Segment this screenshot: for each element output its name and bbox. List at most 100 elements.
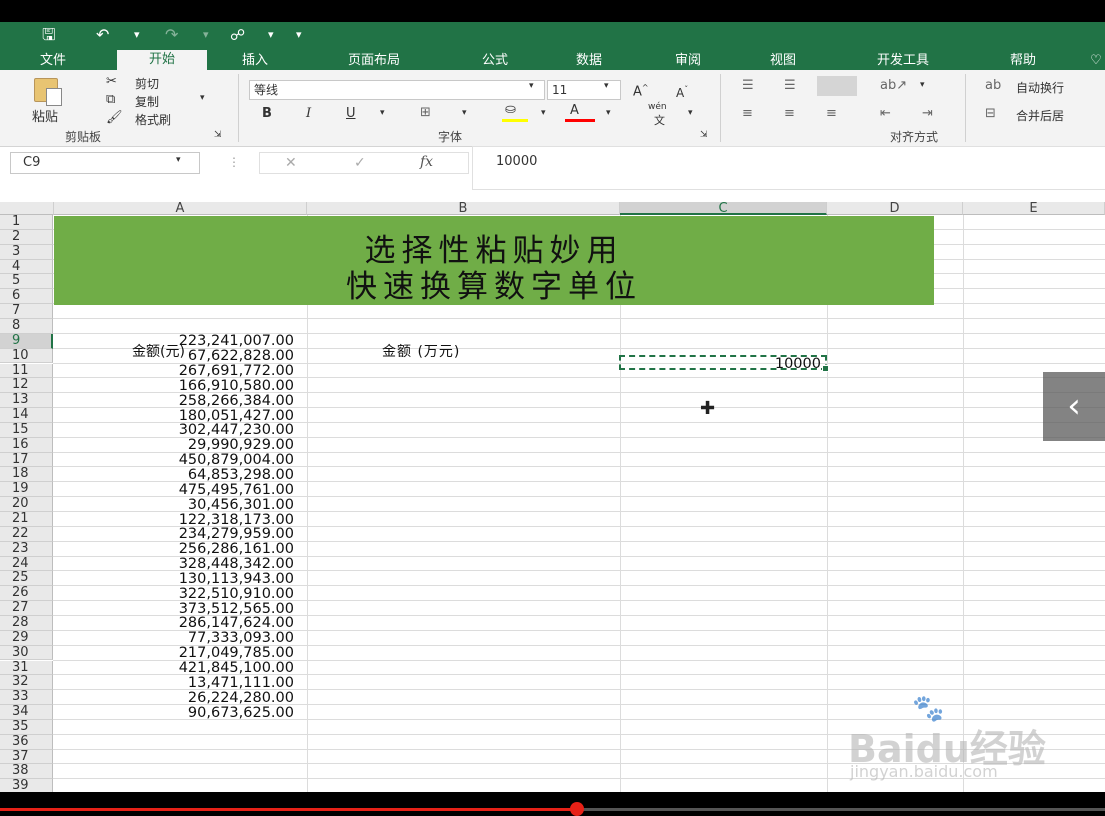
row-header[interactable]: 32 [0,675,53,691]
fill-color-icon[interactable]: ⛀ [505,102,516,118]
font-size-select[interactable]: 11 [547,80,621,100]
save-icon[interactable]: 🖫 [42,25,56,45]
cell-b8[interactable]: 金额 (万元) [382,341,460,361]
tab-formulas[interactable]: 公式 [462,51,528,70]
amount-cell[interactable]: 258,266,384.00 [179,393,294,408]
align-right-icon[interactable]: ≡ [826,106,837,122]
enter-icon[interactable]: ✓ [354,155,366,171]
border-dropdown-icon[interactable]: ▾ [462,108,467,118]
copy-dropdown-icon[interactable]: ▾ [200,93,205,103]
format-painter-icon[interactable]: 🖌 [106,110,123,126]
row-header[interactable]: 37 [0,749,53,765]
clipboard-launcher-icon[interactable]: ⇲ [214,130,222,140]
row-header[interactable]: 27 [0,601,53,616]
bold-button[interactable]: B [262,106,272,122]
amount-cell[interactable]: 13,471,111.00 [188,676,294,691]
row-header[interactable]: 25 [0,571,53,587]
amount-cell[interactable]: 29,990,929.00 [188,438,294,453]
tab-home[interactable]: 开始 [117,50,207,70]
tab-help[interactable]: 帮助 [990,51,1056,70]
amount-cell[interactable]: 130,113,943.00 [179,572,294,587]
cut-button[interactable]: 剪切 [135,75,159,92]
redo-icon[interactable]: ↷ [165,25,178,45]
row-header[interactable]: 20 [0,497,53,512]
row-header[interactable]: 19 [0,482,53,498]
tab-page-layout[interactable]: 页面布局 [322,51,426,70]
align-bottom-button[interactable] [817,76,857,96]
tab-view[interactable]: 视图 [750,51,816,70]
title-banner[interactable]: 选择性粘贴妙用 快速换算数字单位 [54,216,934,305]
row-header[interactable]: 1 [0,215,53,230]
row-header[interactable]: 34 [0,705,53,720]
amount-cell[interactable]: 256,286,161.00 [179,542,294,557]
row-header[interactable]: 29 [0,630,53,646]
font-launcher-icon[interactable]: ⇲ [700,130,708,140]
row-header[interactable]: 33 [0,690,53,706]
amount-cell[interactable]: 217,049,785.00 [179,646,294,661]
row-header[interactable]: 4 [0,259,53,275]
row-header[interactable]: 24 [0,556,53,572]
row-header[interactable]: 23 [0,541,53,557]
row-header[interactable]: 14 [0,408,53,423]
tab-data[interactable]: 数据 [556,51,622,70]
align-middle-icon[interactable]: ☰ [784,78,796,94]
amount-cell[interactable]: 77,333,093.00 [188,631,294,646]
amount-cell[interactable]: 122,318,173.00 [179,512,294,527]
amount-cell[interactable]: 286,147,624.00 [179,616,294,631]
row-header[interactable]: 9 [0,333,53,349]
amount-cell[interactable]: 234,279,959.00 [179,527,294,542]
amount-cell[interactable]: 67,622,828.00 [188,349,294,364]
row-header[interactable]: 28 [0,616,53,631]
cell-a8[interactable]: 金额(元) [132,341,185,361]
align-center-icon[interactable]: ≡ [784,106,795,122]
tab-review[interactable]: 审阅 [655,51,721,70]
row-header[interactable]: 12 [0,378,53,394]
row-header[interactable]: 5 [0,274,53,290]
copy-button[interactable]: 复制 [135,93,159,110]
amount-cell[interactable]: 475,495,761.00 [179,483,294,498]
row-header[interactable]: 7 [0,304,53,319]
amount-cell[interactable]: 322,510,910.00 [179,587,294,602]
font-color-icon[interactable]: A [570,103,579,119]
wrap-text-button[interactable]: 自动换行 [1016,79,1064,96]
row-header[interactable]: 21 [0,512,53,527]
column-header-e[interactable]: E [963,202,1105,215]
amount-cell[interactable]: 223,241,007.00 [179,334,294,349]
name-box-dropdown-icon[interactable]: ▾ [176,155,181,165]
row-header[interactable]: 10 [0,348,53,364]
amount-cell[interactable]: 267,691,772.00 [179,364,294,379]
name-box[interactable]: C9 [10,152,200,174]
formula-input[interactable]: 10000 [472,146,1105,190]
row-header[interactable]: 18 [0,467,53,483]
orientation-dropdown-icon[interactable]: ▾ [920,80,925,90]
amount-cell[interactable]: 90,673,625.00 [188,705,294,720]
cut-icon[interactable]: ✂ [106,74,117,90]
fill-color-dropdown-icon[interactable]: ▾ [541,108,546,118]
cancel-icon[interactable]: ✕ [285,155,297,171]
amount-cell[interactable]: 328,448,342.00 [179,557,294,572]
shrink-font-icon[interactable]: Aˇ [676,82,688,101]
amount-cell[interactable]: 302,447,230.00 [179,423,294,438]
amount-cell[interactable]: 26,224,280.00 [188,690,294,705]
row-header[interactable]: 38 [0,764,53,780]
tab-file[interactable]: 文件 [20,51,86,70]
column-header-b[interactable]: B [307,202,620,215]
row-header[interactable]: 36 [0,734,53,750]
row-header[interactable]: 2 [0,229,53,245]
touch-mode-icon[interactable]: ☍ [230,25,245,45]
redo-dropdown-icon[interactable]: ▾ [203,25,209,45]
amount-cell[interactable]: 64,853,298.00 [188,468,294,483]
tab-developer[interactable]: 开发工具 [848,51,958,70]
row-header[interactable]: 15 [0,422,53,438]
orientation-icon[interactable]: ab↗ [880,78,907,94]
font-color-dropdown-icon[interactable]: ▾ [606,108,611,118]
format-painter-button[interactable]: 格式刷 [135,111,171,128]
selected-cell-c9[interactable]: 10000 [619,355,829,372]
row-header[interactable]: 17 [0,452,53,468]
grow-font-icon[interactable]: A^ [633,80,649,100]
amount-cell[interactable]: 180,051,427.00 [179,408,294,423]
video-progress-knob[interactable] [570,802,584,816]
amount-cell[interactable]: 166,910,580.00 [179,379,294,394]
row-header[interactable]: 13 [0,393,53,409]
underline-dropdown-icon[interactable]: ▾ [380,108,385,118]
